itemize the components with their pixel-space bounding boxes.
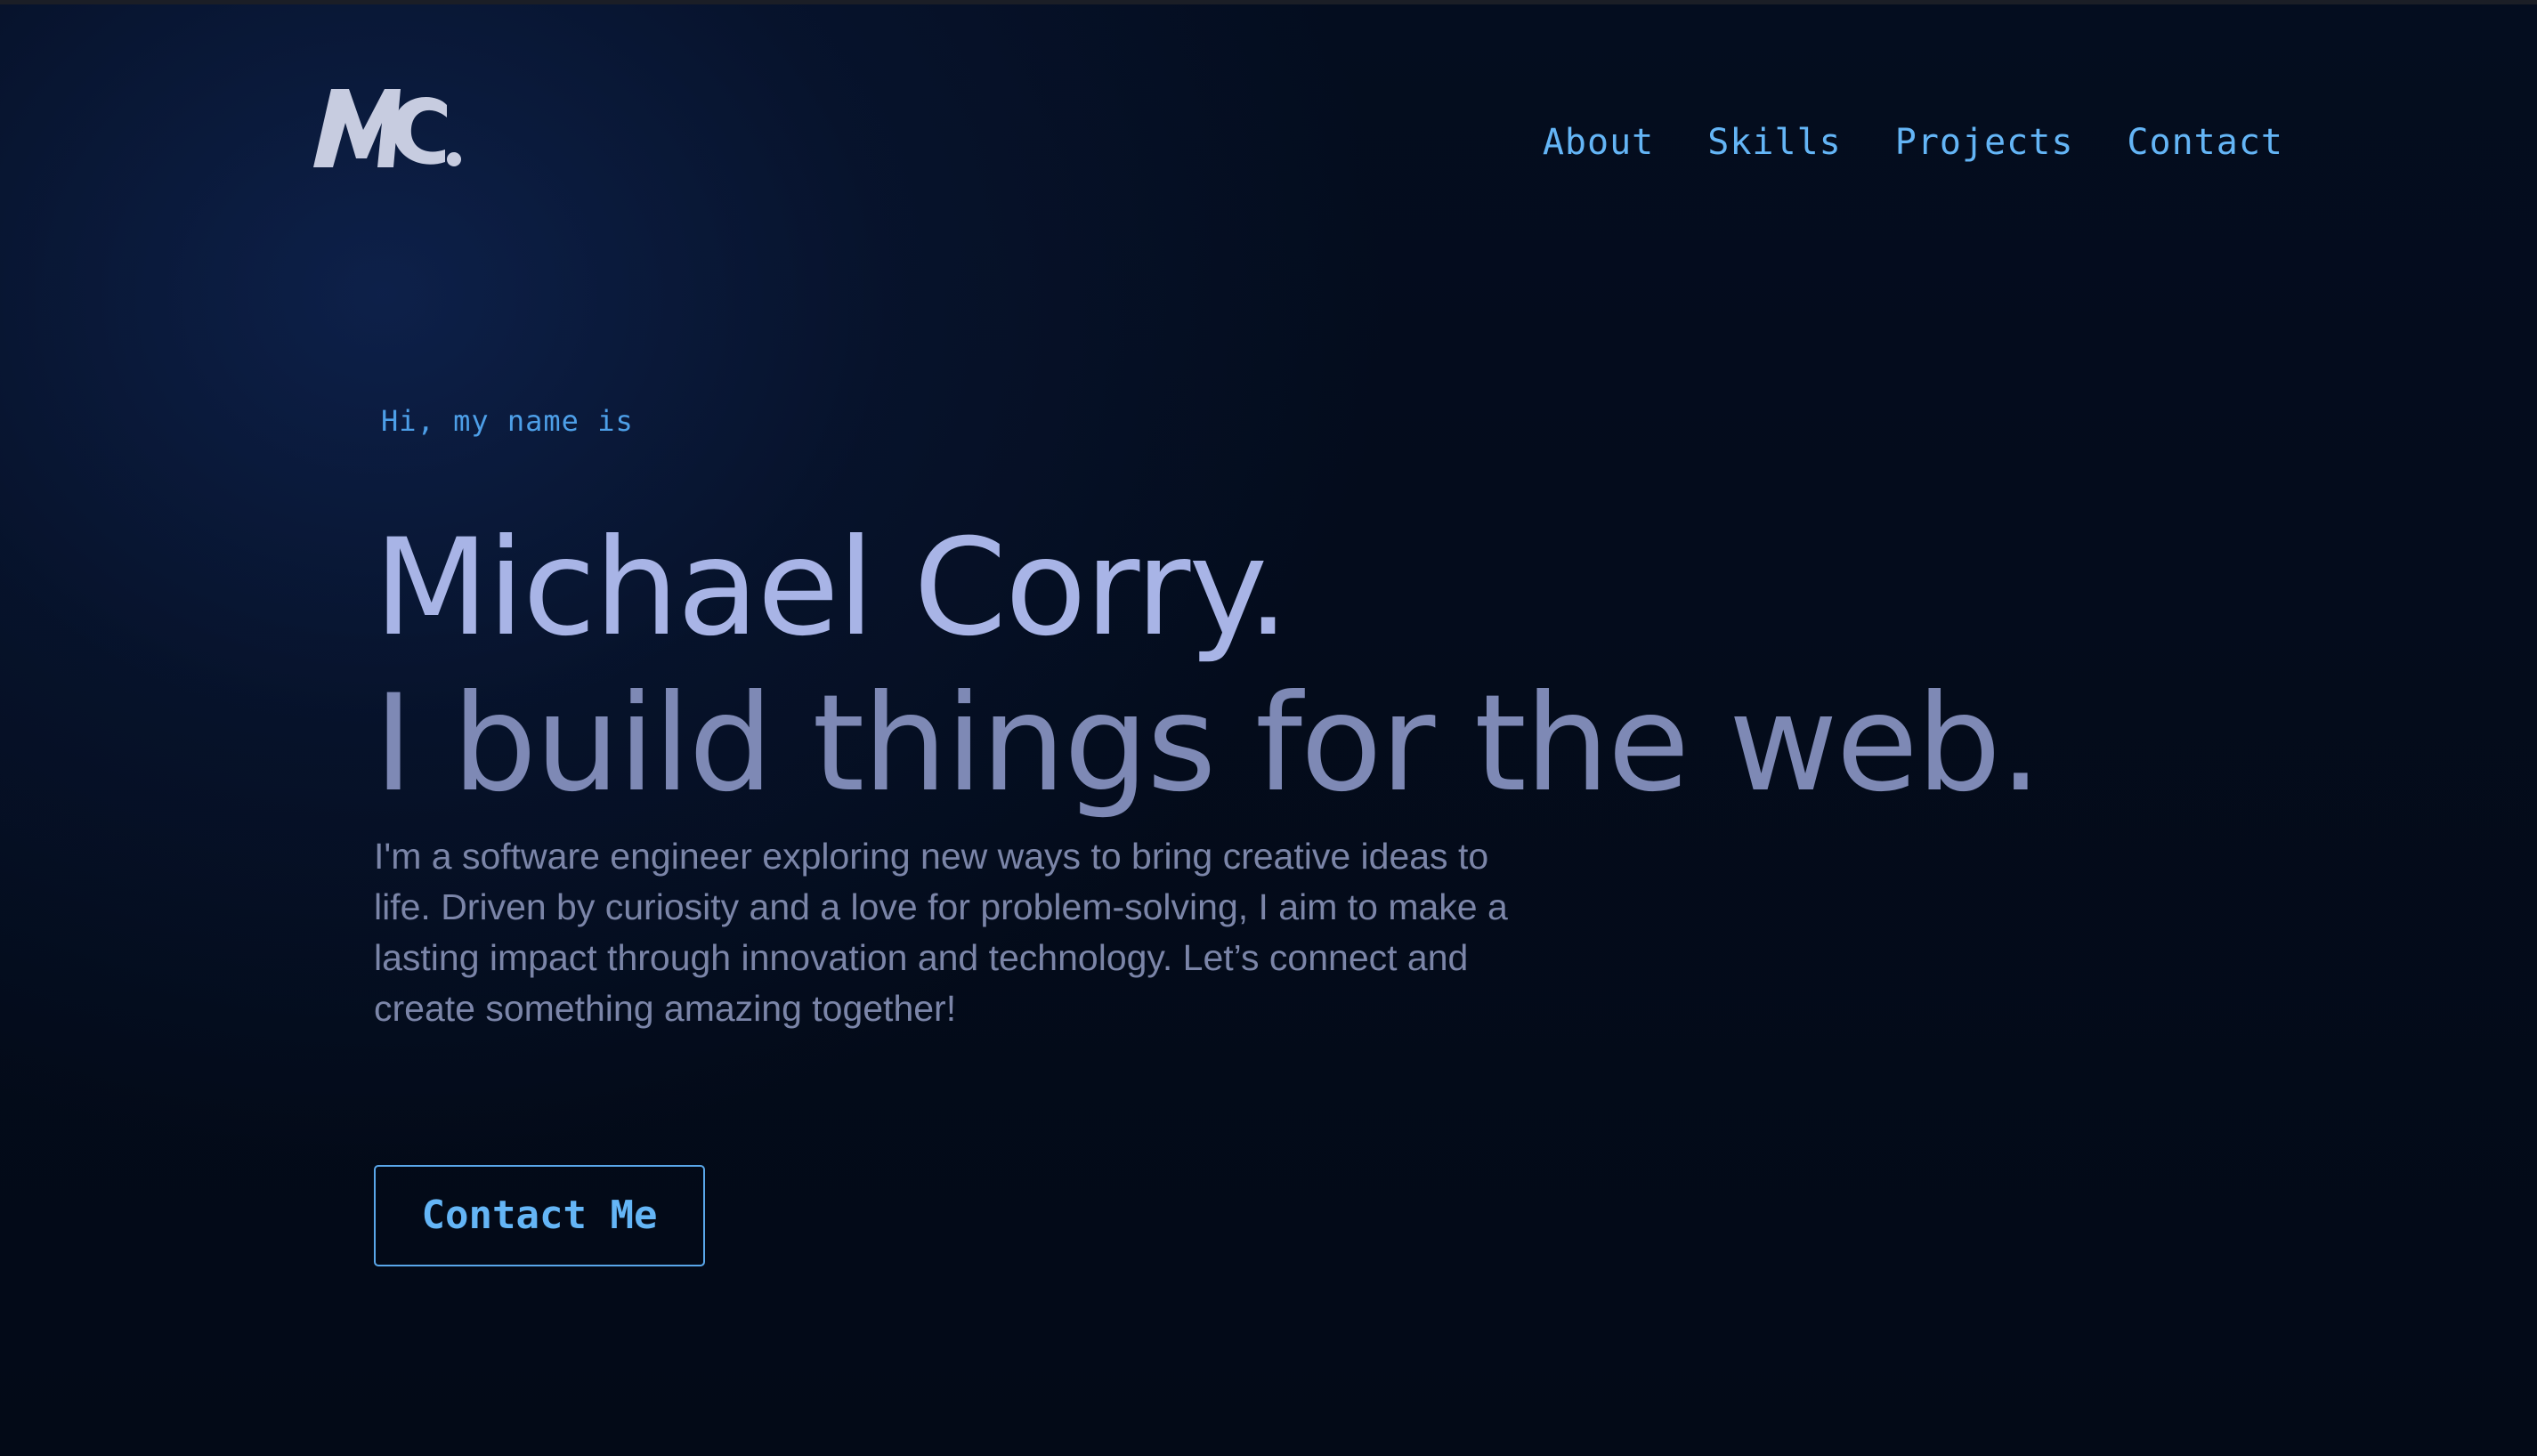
hero-heading: Michael Corry. I build things for the we… — [374, 511, 2154, 822]
hero-tagline: I build things for the web. — [374, 667, 2042, 821]
hero-greeting: Hi, my name is — [381, 404, 634, 438]
logo-mark-icon — [313, 89, 461, 167]
contact-me-button[interactable]: Contact Me — [374, 1165, 705, 1266]
hero-name: Michael Corry. — [374, 511, 1289, 666]
hero-section: Hi, my name is Michael Corry. I build th… — [374, 399, 2154, 1266]
nav-link-about[interactable]: About — [1543, 116, 1654, 169]
hero-bio: I'm a software engineer exploring new wa… — [374, 836, 1508, 1029]
logo[interactable] — [312, 78, 463, 176]
nav-link-projects[interactable]: Projects — [1895, 116, 2074, 169]
main-nav: About Skills Projects Contact — [1543, 116, 2283, 169]
nav-link-contact[interactable]: Contact — [2127, 116, 2283, 169]
nav-link-skills[interactable]: Skills — [1707, 116, 1842, 169]
window-top-strip — [0, 0, 2537, 4]
